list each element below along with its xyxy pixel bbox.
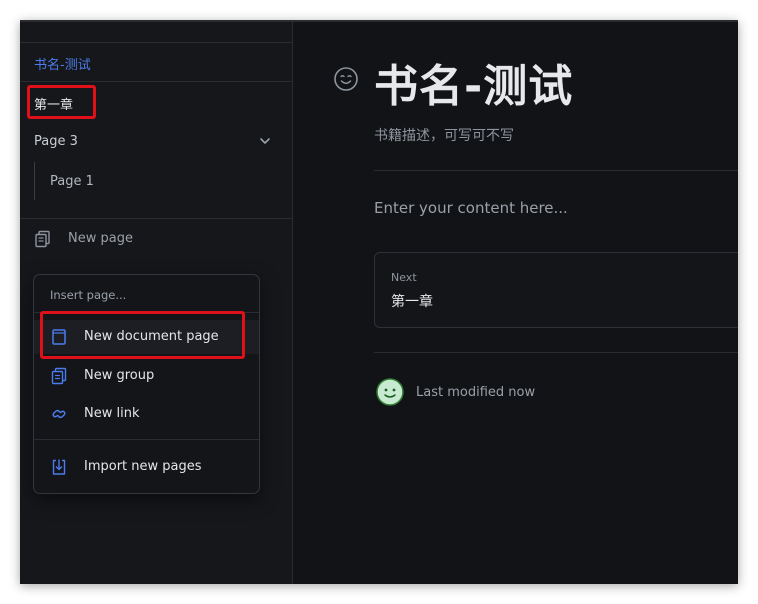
next-page-title: 第一章 <box>391 294 433 310</box>
chevron-down-icon[interactable] <box>258 134 272 148</box>
tree-indent-line <box>34 162 35 200</box>
space-name-link[interactable]: 书名-测试 <box>34 54 91 73</box>
new-page-label: New page <box>68 231 133 246</box>
page-description[interactable]: 书籍描述，可写可不写 <box>374 125 514 145</box>
new-page-button[interactable]: New page <box>34 228 274 252</box>
divider <box>374 170 738 171</box>
group-icon <box>51 367 67 385</box>
main-content: 书名-测试 书籍描述，可写可不写 Enter your content here… <box>294 22 738 584</box>
sidebar-item-page-3[interactable]: Page 3 <box>34 134 78 149</box>
content-editor-placeholder[interactable]: Enter your content here... <box>374 199 568 217</box>
divider <box>20 42 293 43</box>
menu-item-new-link[interactable]: New link <box>34 397 259 431</box>
import-icon <box>52 459 66 475</box>
divider <box>20 218 293 219</box>
app-window: 书名-测试 第一章 Page 3 Page 1 New page Insert … <box>20 20 738 584</box>
menu-item-label: New link <box>84 406 140 421</box>
sidebar-item-page-1[interactable]: Page 1 <box>50 174 94 189</box>
next-page-card[interactable]: Next 第一章 <box>374 252 738 328</box>
sidebar: 书名-测试 第一章 Page 3 Page 1 New page Insert … <box>20 22 293 584</box>
divider <box>20 81 293 82</box>
divider <box>34 439 259 440</box>
annotation-highlight-box <box>40 311 245 359</box>
new-page-icon <box>35 230 50 248</box>
link-icon <box>52 409 66 419</box>
page-title[interactable]: 书名-测试 <box>374 50 573 114</box>
menu-item-import-new-pages[interactable]: Import new pages <box>34 450 259 484</box>
insert-page-menu: Insert page... New document page New gro… <box>33 274 260 494</box>
last-modified-text: Last modified now <box>416 385 536 400</box>
next-label: Next <box>391 271 417 284</box>
avatar <box>376 378 404 406</box>
annotation-highlight-box <box>27 85 96 119</box>
menu-header: Insert page... <box>50 288 127 302</box>
menu-item-new-group[interactable]: New group <box>34 359 259 393</box>
menu-item-label: New group <box>84 368 155 383</box>
divider <box>374 352 738 353</box>
menu-item-label: Import new pages <box>84 459 202 474</box>
smiley-icon[interactable] <box>333 66 359 92</box>
